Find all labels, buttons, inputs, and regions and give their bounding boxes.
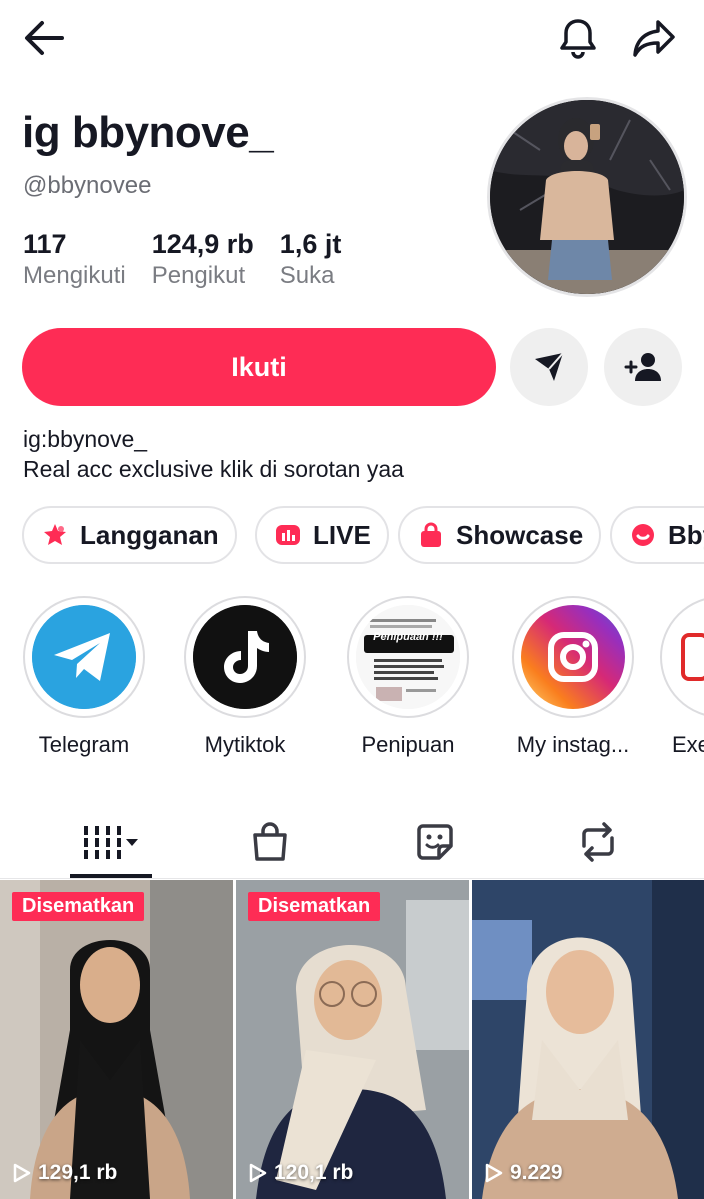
highlight-label: My instag...: [516, 732, 630, 757]
stat-followers-label: Pengikut: [151, 262, 246, 289]
profile-name: ig bbynove_: [22, 108, 274, 157]
video-tile[interactable]: Disematkan 129,1 rb: [0, 880, 233, 1199]
video-thumbnail: [472, 880, 704, 1199]
stat-likes-label: Suka: [279, 262, 335, 289]
chip-showcase[interactable]: Showcase: [398, 506, 602, 564]
profile-avatar[interactable]: [487, 97, 687, 297]
highlight-exe[interactable]: Exe: [660, 596, 704, 758]
stat-following-label: Mengikuti: [23, 262, 126, 289]
play-icon: [249, 1163, 267, 1183]
highlight-label: Mytiktok: [204, 732, 286, 757]
telegram-icon: [32, 605, 136, 709]
video-tile[interactable]: Disematkan 120,1 rb: [236, 880, 469, 1199]
back-arrow-icon[interactable]: [20, 14, 68, 62]
sticker-icon: [417, 824, 453, 860]
stat-followers[interactable]: 124,9 rb Pengikut: [152, 228, 254, 290]
message-button[interactable]: [510, 328, 588, 406]
top-bar: [0, 0, 704, 80]
chat-icon: [628, 520, 658, 550]
chip-label: LIVE: [313, 519, 371, 550]
penipuan-thumbnail: Penipuaan !!!: [356, 605, 460, 709]
add-person-icon: [624, 353, 661, 381]
shopping-bag-icon: [416, 520, 446, 550]
view-count: 9.229: [484, 1161, 563, 1185]
grid-columns-icon: [84, 826, 138, 859]
view-count-text: 129,1 rb: [38, 1161, 118, 1184]
repost-icon: [582, 822, 614, 862]
chip-label: Langganan: [80, 519, 219, 550]
content-tabs: [0, 808, 704, 880]
view-count: 120,1 rb: [248, 1161, 353, 1185]
highlight-label: Telegram: [38, 732, 130, 757]
tab-shop[interactable]: [230, 814, 310, 870]
stat-likes-value: 1,6 jt: [279, 229, 342, 259]
bell-icon[interactable]: [554, 14, 602, 62]
highlight-label: Exe: [672, 732, 704, 757]
chip-bby[interactable]: Bby: [610, 506, 704, 564]
live-icon: [273, 520, 303, 550]
profile-handle: @bbynovee: [23, 172, 152, 199]
play-icon: [13, 1163, 31, 1183]
send-icon: [535, 352, 564, 381]
view-count: 129,1 rb: [12, 1161, 117, 1185]
highlight-instagram[interactable]: My instag...: [498, 596, 648, 758]
play-icon: [485, 1163, 503, 1183]
story-highlights: Telegram Mytiktok Penipuaan !!! Penipuan…: [0, 596, 704, 766]
view-count-text: 120,1 rb: [274, 1161, 354, 1184]
highlight-mytiktok[interactable]: Mytiktok: [170, 596, 320, 758]
view-count-text: 9.229: [510, 1161, 563, 1184]
bio-line: ig:bbynove_: [23, 426, 148, 452]
video-thumbnail: [0, 880, 233, 1199]
chip-langganan[interactable]: Langganan: [22, 506, 237, 564]
tabs-divider: [0, 878, 704, 879]
subscription-icon: [40, 520, 70, 550]
shopping-bag-icon: [253, 822, 287, 861]
stat-following-value: 117: [23, 229, 67, 259]
pinned-badge: Disematkan: [248, 892, 381, 921]
highlight-penipuan[interactable]: Penipuaan !!! Penipuan: [333, 596, 483, 758]
highlight-telegram[interactable]: Telegram: [9, 596, 159, 758]
instagram-icon: [521, 605, 625, 709]
profile-bio: ig:bbynove_ Real acc exclusive klik di s…: [23, 424, 404, 484]
share-icon[interactable]: [630, 14, 678, 62]
video-thumbnail: [236, 880, 469, 1199]
add-friend-button[interactable]: [604, 328, 682, 406]
profile-chips: Langganan LIVE Showcase Bby: [22, 506, 704, 564]
pinned-badge: Disematkan: [12, 892, 145, 921]
video-grid: Disematkan 129,1 rb Disematkan 120,1 rb: [0, 880, 704, 1199]
chip-label: Bby: [668, 519, 704, 550]
tab-videos[interactable]: [72, 814, 152, 870]
tab-favorites[interactable]: [395, 814, 475, 870]
video-tile[interactable]: 9.229: [472, 880, 704, 1199]
stat-following[interactable]: 117 Mengikuti: [23, 228, 126, 290]
highlight-label: Penipuan: [361, 732, 455, 757]
tiktok-icon: [193, 605, 297, 709]
chip-label: Showcase: [456, 519, 584, 550]
penipuan-badge: Penipuaan !!!: [373, 631, 443, 643]
chip-live[interactable]: LIVE: [255, 506, 389, 564]
highlight-thumbnail: [669, 605, 704, 709]
bio-line: Real acc exclusive klik di sorotan yaa: [23, 456, 404, 482]
stat-followers-value: 124,9 rb: [151, 229, 254, 259]
tab-reposts[interactable]: [558, 814, 638, 870]
stat-likes[interactable]: 1,6 jt Suka: [280, 228, 342, 290]
profile-stats: 117 Mengikuti 124,9 rb Pengikut 1,6 jt S…: [23, 228, 367, 290]
follow-button[interactable]: Ikuti: [22, 328, 496, 406]
